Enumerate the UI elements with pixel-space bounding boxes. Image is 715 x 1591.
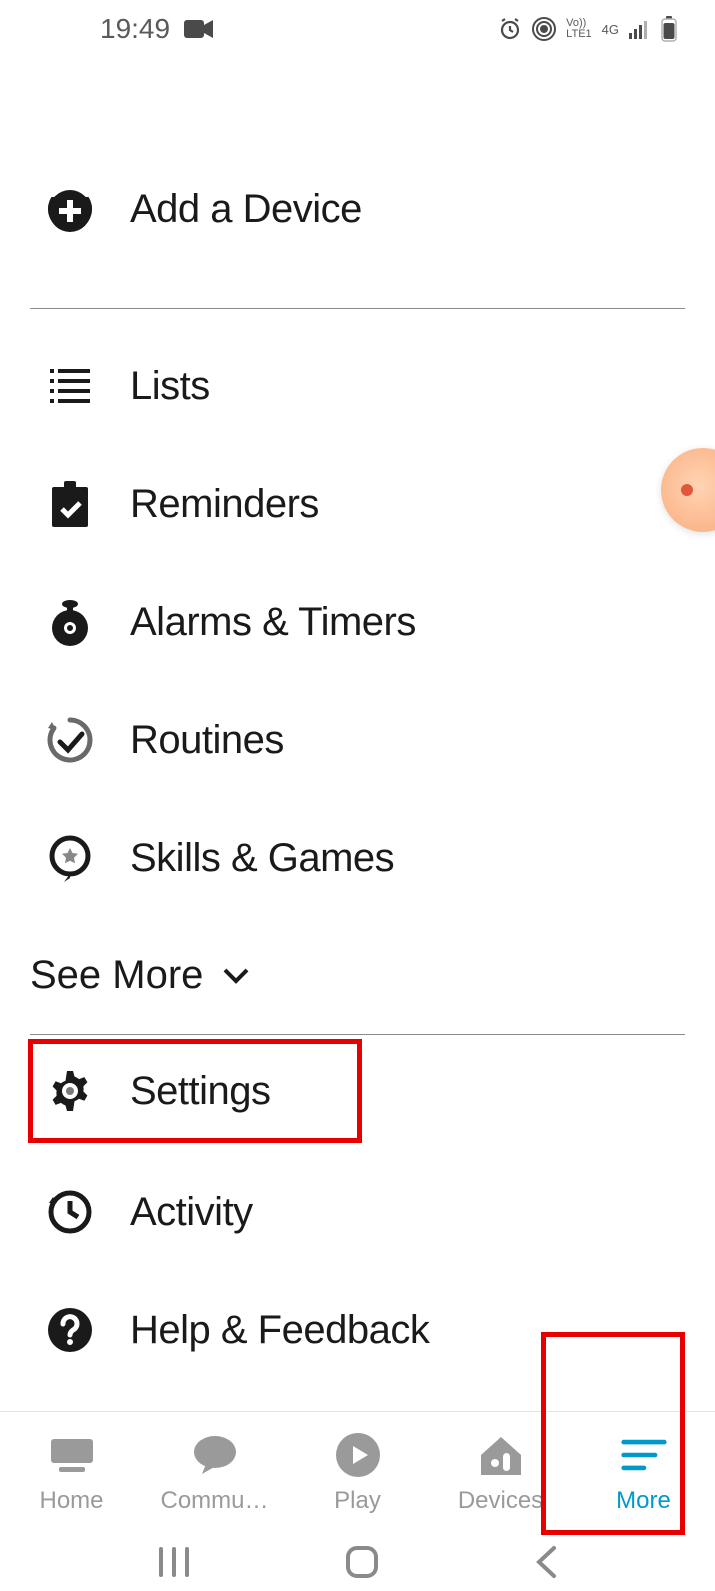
help-item[interactable]: Help & Feedback <box>30 1271 685 1389</box>
see-more-label: See More <box>30 953 203 998</box>
alarm-status-icon <box>498 17 522 41</box>
devices-icon <box>477 1431 525 1479</box>
net-indicator: 4G <box>602 23 619 36</box>
alarms-label: Alarms & Timers <box>130 600 416 645</box>
add-device-icon <box>46 185 94 233</box>
routines-icon <box>46 716 94 764</box>
alarms-item[interactable]: Alarms & Timers <box>30 563 685 681</box>
activity-item[interactable]: Activity <box>30 1153 685 1271</box>
nav-more-label: More <box>616 1487 671 1515</box>
camera-icon <box>184 18 214 40</box>
add-device-label: Add a Device <box>130 187 362 232</box>
home-icon <box>48 1431 96 1479</box>
lists-item[interactable]: Lists <box>30 327 685 445</box>
more-icon <box>620 1431 668 1479</box>
nav-communicate-label: Commu… <box>160 1487 268 1515</box>
settings-highlight: Settings <box>28 1039 362 1143</box>
alarm-icon <box>46 598 94 646</box>
skills-label: Skills & Games <box>130 836 394 881</box>
nav-home-label: Home <box>39 1487 103 1515</box>
status-bar: 19:49 Vo)) LTE1 4G <box>0 0 715 58</box>
nav-play[interactable]: Play <box>286 1412 429 1533</box>
nav-communicate[interactable]: Commu… <box>143 1412 286 1533</box>
skills-icon <box>46 834 94 882</box>
routines-item[interactable]: Routines <box>30 681 685 799</box>
status-time: 19:49 <box>100 13 170 45</box>
communicate-icon <box>191 1431 239 1479</box>
add-device-item[interactable]: Add a Device <box>30 150 685 268</box>
skills-item[interactable]: Skills & Games <box>30 799 685 917</box>
nav-play-label: Play <box>334 1487 381 1515</box>
chevron-down-icon <box>221 966 251 986</box>
hotspot-icon <box>532 17 556 41</box>
settings-label: Settings <box>130 1069 271 1114</box>
see-more-button[interactable]: See More <box>30 917 685 1034</box>
lists-label: Lists <box>130 364 210 409</box>
status-icons: Vo)) LTE1 4G <box>498 16 677 42</box>
recents-button[interactable] <box>157 1547 191 1577</box>
settings-item[interactable]: Settings <box>33 1067 271 1115</box>
gear-icon <box>46 1067 94 1115</box>
reminders-icon <box>46 480 94 528</box>
nav-home[interactable]: Home <box>0 1412 143 1533</box>
system-nav <box>0 1533 715 1591</box>
help-icon <box>46 1306 94 1354</box>
nav-more[interactable]: More <box>572 1412 715 1533</box>
status-time-area: 19:49 <box>100 13 214 45</box>
back-button[interactable] <box>534 1545 558 1579</box>
divider-1 <box>30 308 685 309</box>
routines-label: Routines <box>130 718 284 763</box>
activity-label: Activity <box>130 1190 253 1235</box>
nav-devices[interactable]: Devices <box>429 1412 572 1533</box>
play-icon <box>334 1431 382 1479</box>
nav-devices-label: Devices <box>458 1487 543 1515</box>
home-button[interactable] <box>345 1545 379 1579</box>
reminders-item[interactable]: Reminders <box>30 445 685 563</box>
signal-icon <box>629 19 651 39</box>
reminders-label: Reminders <box>130 482 319 527</box>
bottom-nav: Home Commu… Play Devices More <box>0 1411 715 1533</box>
activity-icon <box>46 1188 94 1236</box>
lists-icon <box>46 362 94 410</box>
lte-indicator: Vo)) LTE1 <box>566 18 591 40</box>
battery-icon <box>661 16 677 42</box>
help-label: Help & Feedback <box>130 1308 429 1353</box>
